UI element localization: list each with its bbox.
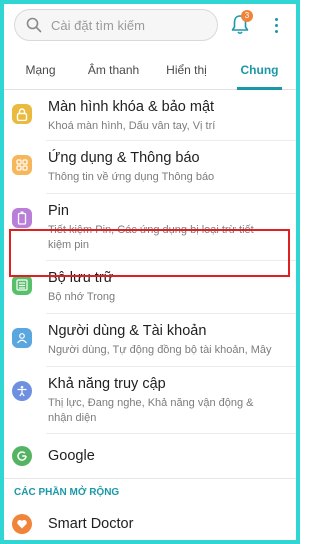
list-item-storage[interactable]: Bộ lưu trữ Bộ nhớ Trong [4,261,296,313]
tab-chung[interactable]: Chung [223,54,296,90]
item-subtitle: Tiết kiệm Pin, Các ứng dụng bị loại trừ … [48,224,254,251]
item-title: Google [48,448,95,464]
item-title: Pin [48,203,69,219]
google-icon [12,446,32,466]
tab-mang[interactable]: Mạng [4,54,77,89]
more-options-icon[interactable] [268,12,284,38]
item-subtitle: Bộ nhớ Trong [48,291,116,303]
item-subtitle: Thông tin về ứng dụng Thông báo [48,171,215,183]
accessibility-icon [12,381,32,401]
battery-icon [12,208,32,228]
list-item-apps-notifications[interactable]: Ứng dụng & Thông báo Thông tin về ứng dụ… [4,141,296,193]
item-title: Màn hình khóa & bảo mật [48,99,215,115]
top-bar: Cài đặt tìm kiếm 3 [4,4,296,54]
item-title: Khả năng truy cập [48,376,166,392]
search-bar[interactable]: Cài đặt tìm kiếm [14,9,218,41]
search-placeholder: Cài đặt tìm kiếm [51,17,145,33]
tab-hien-thi[interactable]: Hiển thị [150,54,223,89]
storage-icon [12,275,32,295]
lock-icon [12,104,32,124]
item-title: Bộ lưu trữ [48,270,114,286]
section-header-extensions: CÁC PHẦN MỞ RỘNG [4,478,296,504]
item-subtitle: Khoá màn hình, Dấu vân tay, Vị trí [48,120,216,132]
list-item-smart-doctor[interactable]: Smart Doctor [4,504,296,540]
list-item-battery[interactable]: Pin Tiết kiệm Pin, Các ứng dụng bị loại … [4,194,296,260]
search-icon [19,10,49,40]
list-item-google[interactable]: Google [4,434,296,478]
notification-badge: 3 [241,10,253,22]
item-title: Người dùng & Tài khoản [48,323,207,339]
settings-tabs: Mạng Âm thanh Hiển thị Chung [4,54,296,90]
user-icon [12,328,32,348]
settings-list: Màn hình khóa & bảo mật Khoá màn hình, D… [4,90,296,540]
list-item-users-accounts[interactable]: Người dùng & Tài khoản Người dùng, Tự độ… [4,314,296,366]
item-title: Smart Doctor [48,516,134,532]
list-item-lock-security[interactable]: Màn hình khóa & bảo mật Khoá màn hình, D… [4,90,296,140]
smart-doctor-icon [12,514,32,534]
list-item-accessibility[interactable]: Khả năng truy cập Thị lực, Đang nghe, Kh… [4,367,296,433]
item-subtitle: Người dùng, Tự động đồng bộ tài khoản, M… [48,344,272,356]
apps-icon [12,155,32,175]
item-subtitle: Thị lực, Đang nghe, Khả năng vận động & … [48,397,254,424]
phone-frame: Cài đặt tìm kiếm 3 Mạng Âm thanh Hiển th… [0,0,300,544]
tab-am-thanh[interactable]: Âm thanh [77,54,150,89]
item-title: Ứng dụng & Thông báo [48,150,200,166]
